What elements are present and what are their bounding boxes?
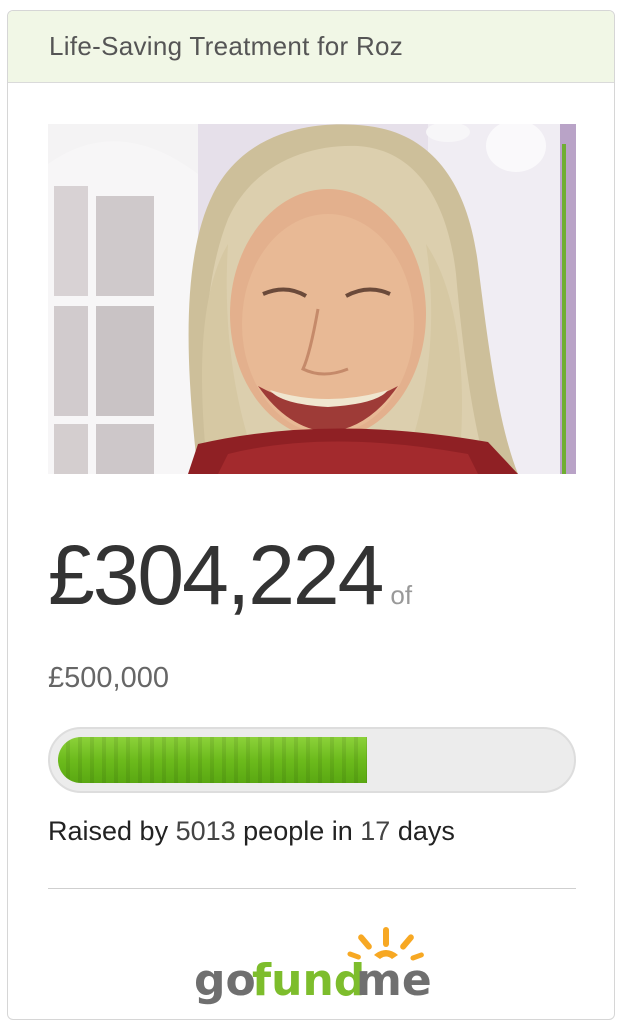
campaign-title[interactable]: Life-Saving Treatment for Roz [49,31,403,62]
donor-count: 5013 [175,816,236,846]
logo-me-text: me [356,955,432,1006]
progress-bar [48,727,576,793]
progress-fill [58,737,367,783]
days-count: 17 [360,816,391,846]
raised-summary: Raised by 5013 people in 17 days [48,816,455,847]
of-label: of [390,580,413,610]
days-suffix: days [390,816,455,846]
campaign-photo[interactable] [48,124,576,474]
gofundme-logo[interactable]: go fund me [186,921,446,1011]
people-in-label: people in [235,816,361,846]
goal-amount: £500,000 [48,662,169,694]
logo-go-text: go [194,955,256,1006]
campaign-card: Life-Saving Treatment for Roz £304,224 o… [7,10,615,1020]
raised-by-prefix: Raised by [48,816,176,846]
amount-raised: £304,224 [48,528,384,622]
divider [48,888,576,889]
logo-fund-text: fund [252,955,365,1006]
amount-raised-row: £304,224 of [48,533,412,617]
card-header: Life-Saving Treatment for Roz [8,11,614,83]
